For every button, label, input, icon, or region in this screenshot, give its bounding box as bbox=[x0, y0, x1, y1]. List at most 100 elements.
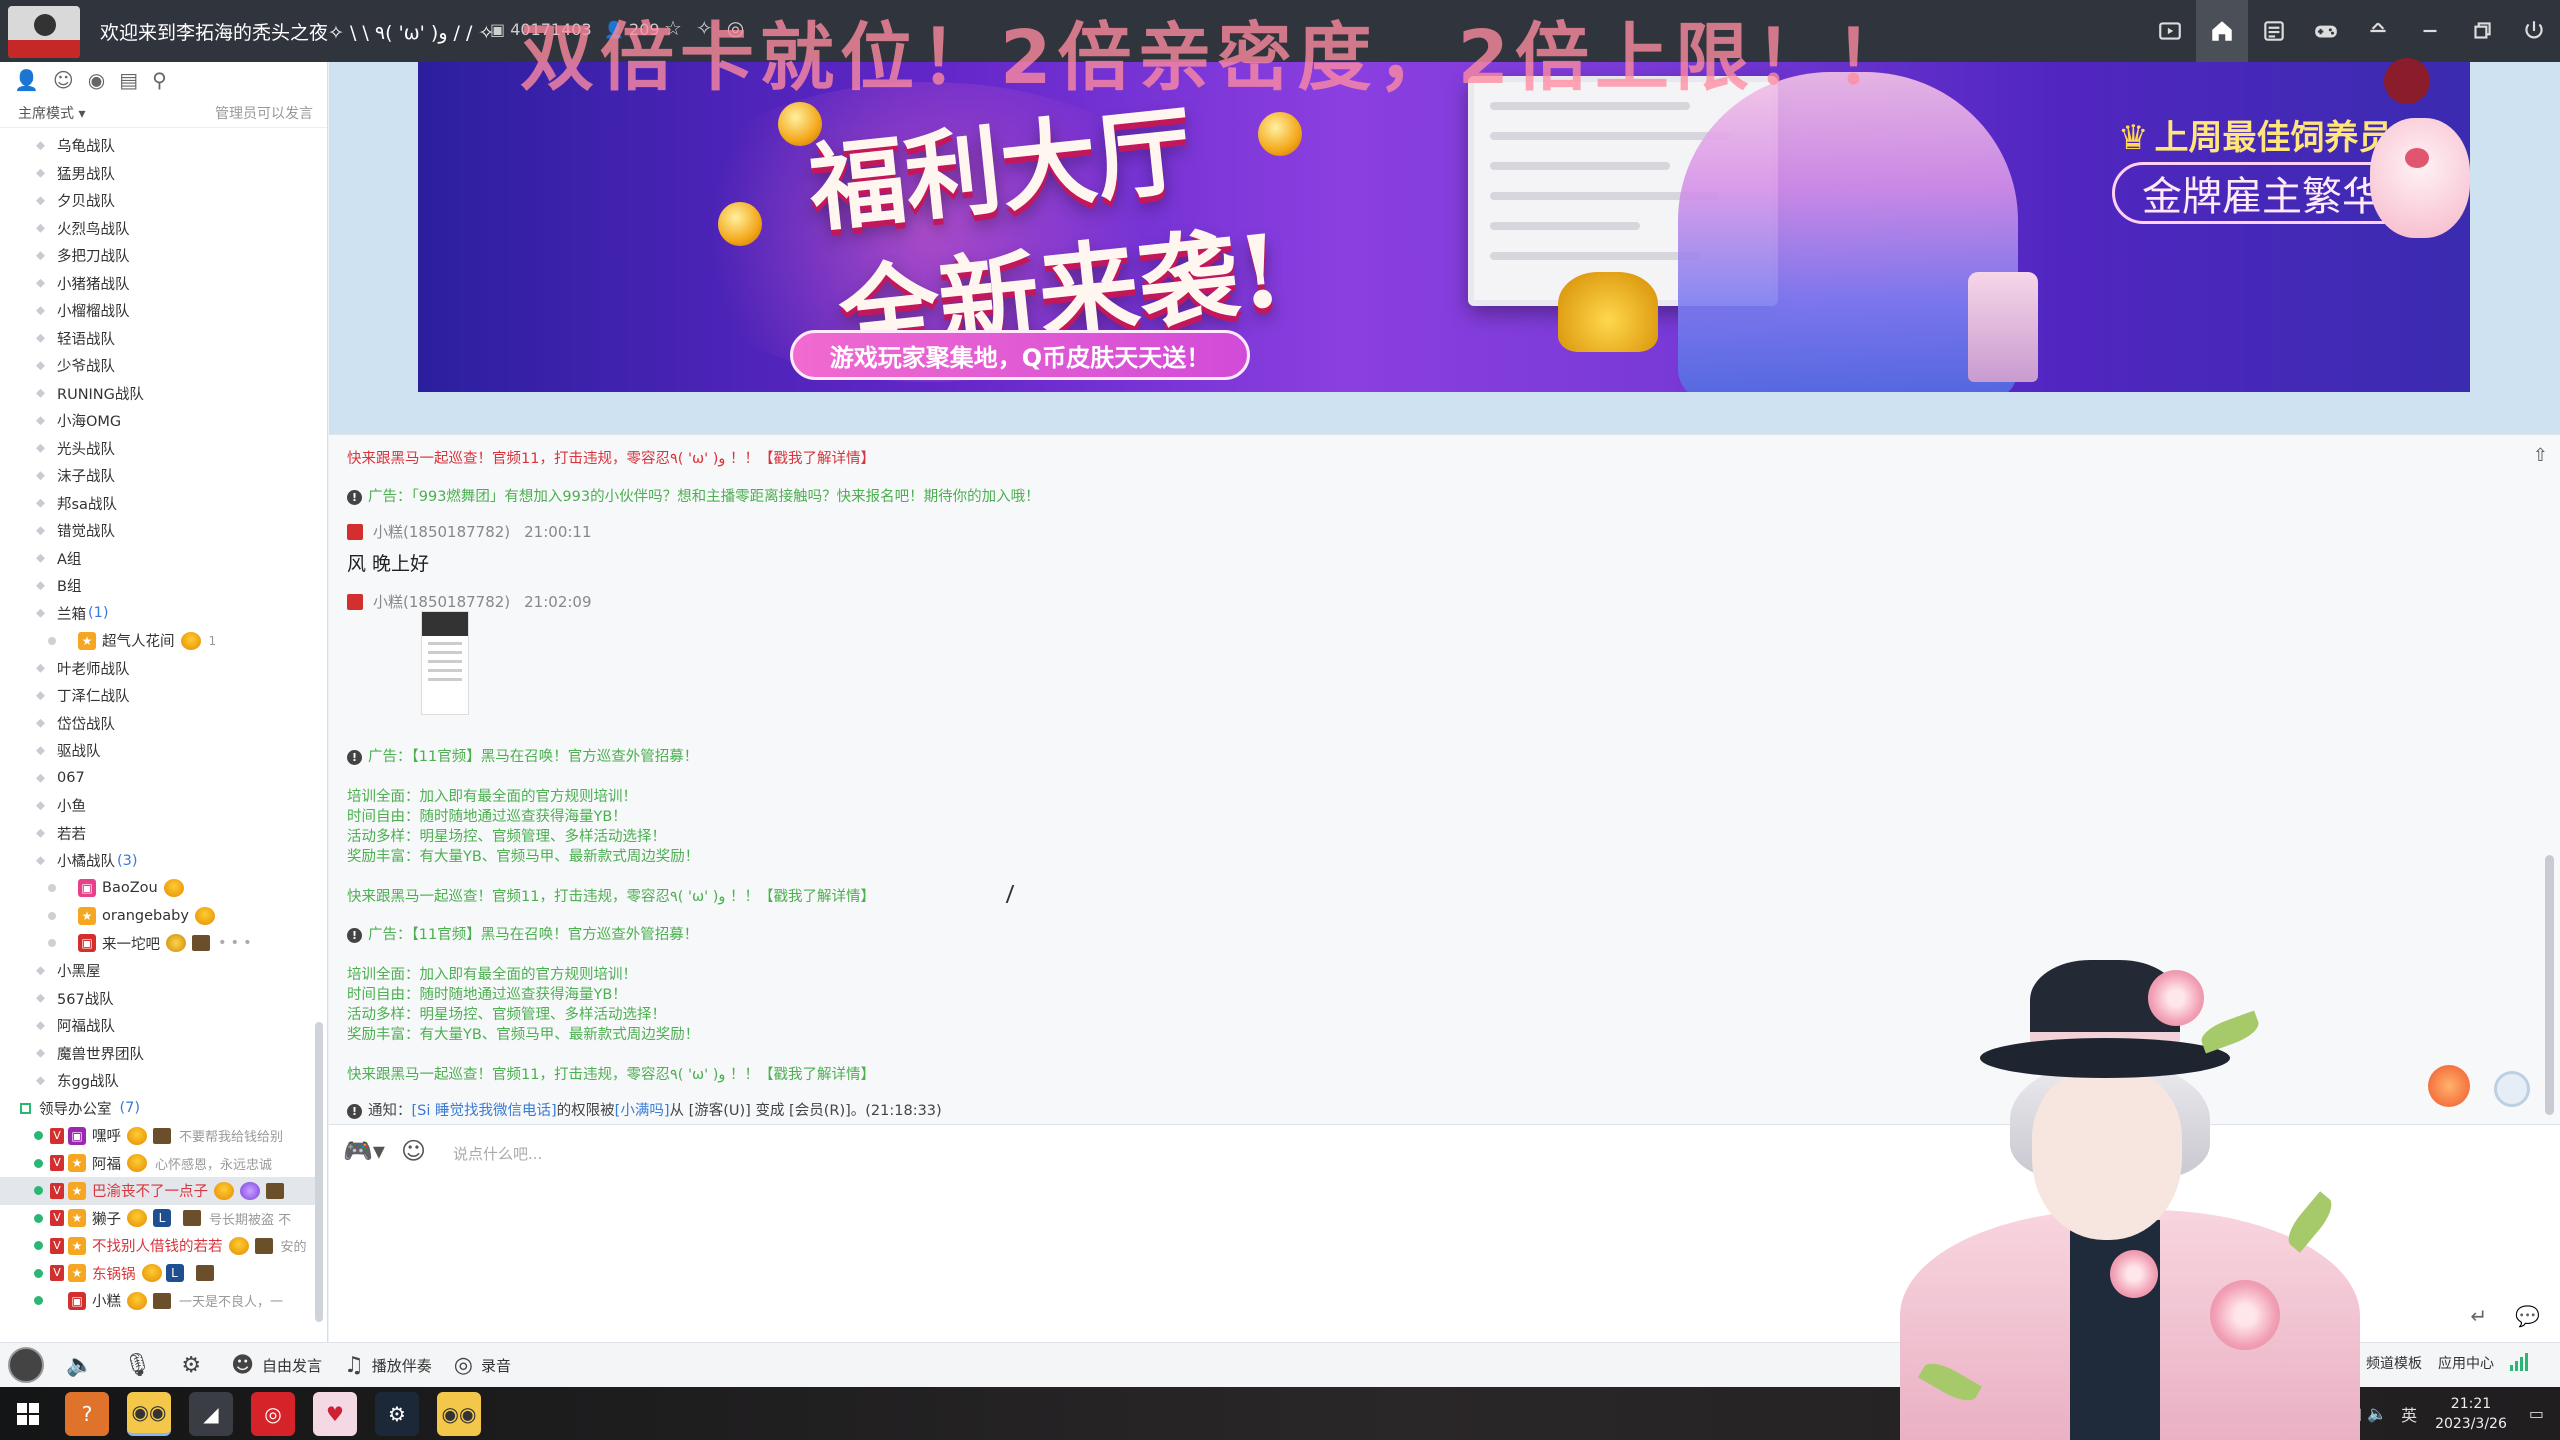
steam-icon[interactable]: ⚙ bbox=[375, 1391, 419, 1436]
home-icon[interactable] bbox=[2196, 0, 2248, 62]
game-emoji-icon[interactable]: 🎮▾ bbox=[343, 1137, 385, 1165]
note-icon[interactable]: ▤ bbox=[119, 70, 138, 90]
member-row[interactable]: ▣ BaoZou bbox=[0, 875, 327, 903]
photo-app-icon[interactable]: ♥ bbox=[313, 1391, 357, 1436]
chat-promo[interactable]: 快来跟黑马一起巡查！官频11，打击违规，零容忍٩( 'ω' )و ！！【戳我了解… bbox=[347, 1063, 875, 1084]
office-member[interactable]: V ▣ 嘿呼 不要帮我给钱给别 bbox=[0, 1122, 320, 1150]
clock[interactable]: 21:21 2023/3/26 bbox=[2435, 1394, 2507, 1434]
tree-item[interactable]: 轻语战队 bbox=[0, 325, 327, 353]
chat-sender[interactable]: 小糕(1850187782) 21:02:09 bbox=[347, 591, 592, 612]
tree-item[interactable]: 夕贝战队 bbox=[0, 187, 327, 215]
location-icon[interactable]: ◉ bbox=[88, 70, 105, 90]
tree-item[interactable]: 魔兽世界团队 bbox=[0, 1040, 327, 1068]
tree-item[interactable]: RUNING战队 bbox=[0, 380, 327, 408]
chat-sender[interactable]: 小糕(1850187782) 21:00:11 bbox=[347, 521, 592, 542]
tree-item[interactable]: 若若 bbox=[0, 820, 327, 848]
office-member[interactable]: V ★ 阿福 心怀感恩，永远忠诚 bbox=[0, 1150, 320, 1178]
welfare-banner[interactable]: 福利大厅 全新来袭! 游戏玩家聚集地，Q币皮肤天天送！ ♛ 上周最佳饲养员 金牌雇… bbox=[418, 62, 2470, 392]
yy-owl-icon[interactable]: ◉◉ bbox=[127, 1391, 171, 1436]
netease-music-icon[interactable]: ◎ bbox=[251, 1391, 295, 1436]
speaker-icon[interactable]: 🔈 bbox=[66, 1353, 101, 1378]
member-row[interactable]: ★ 超气人花间 1 bbox=[0, 627, 327, 655]
office-member[interactable]: V ★ 东锅锅 L bbox=[0, 1260, 320, 1288]
tree-item[interactable]: 多把刀战队 bbox=[0, 242, 327, 270]
tree-item[interactable]: 光头战队 bbox=[0, 435, 327, 463]
tree-item[interactable]: 火烈鸟战队 bbox=[0, 215, 327, 243]
tree-item[interactable]: 错觉战队 bbox=[0, 517, 327, 545]
windows-start-icon[interactable] bbox=[0, 1387, 56, 1440]
tree-item[interactable]: 驱战队 bbox=[0, 737, 327, 765]
free-talk-button[interactable]: ☻ 自由发言 bbox=[231, 1353, 322, 1378]
tree-item-orange[interactable]: 小橘战队 (3) bbox=[0, 847, 327, 875]
perfume-icon bbox=[1968, 272, 2038, 382]
tree-item[interactable]: 小海OMG bbox=[0, 407, 327, 435]
tree-item[interactable]: 岱岱战队 bbox=[0, 710, 327, 738]
mixer-icon[interactable]: ⚙ bbox=[181, 1353, 209, 1378]
office-member[interactable]: ▣ 小糕 一天是不良人，一 bbox=[0, 1287, 320, 1315]
office-member[interactable]: V ★ 獭子 L 号长期被盗 不 bbox=[0, 1205, 320, 1233]
chat-icon[interactable]: ☺ bbox=[53, 70, 74, 90]
notice-icon: ! bbox=[347, 928, 362, 943]
member-row[interactable]: ★ orangebaby bbox=[0, 902, 327, 930]
assistant-float-icon[interactable] bbox=[2494, 1071, 2530, 1107]
gamepad-icon[interactable] bbox=[2300, 0, 2352, 62]
gift-icon: ▣ bbox=[78, 934, 96, 953]
notice-user-link[interactable]: [Si 睡觉找我微信电话] bbox=[412, 1103, 557, 1119]
mode-dropdown[interactable]: 主席模式 ▾ bbox=[18, 103, 85, 123]
user-icon[interactable]: 👤 bbox=[14, 70, 39, 90]
channel-logo[interactable] bbox=[8, 6, 80, 58]
chat-scrollbar[interactable] bbox=[2545, 855, 2554, 1115]
tree-item[interactable]: 叶老师战队 bbox=[0, 655, 327, 683]
tree-item[interactable]: 阿福战队 bbox=[0, 1012, 327, 1040]
tree-item[interactable]: 小榴榴战队 bbox=[0, 297, 327, 325]
chat-input[interactable]: 说点什么吧... bbox=[453, 1143, 542, 1164]
notification-icon[interactable]: ▭ bbox=[2529, 1404, 2544, 1423]
banner-pill[interactable]: 游戏玩家聚集地，Q币皮肤天天送！ bbox=[790, 330, 1250, 380]
tree-item[interactable]: A组 bbox=[0, 545, 327, 573]
tree-item[interactable]: 丁泽仁战队 bbox=[0, 682, 327, 710]
my-avatar[interactable] bbox=[8, 1347, 44, 1383]
tree-item-office[interactable]: 领导办公室 (7) bbox=[0, 1095, 327, 1123]
chat-promo[interactable]: 快来跟黑马一起巡查！官频11，打击违规，零容忍٩( 'ω' )و ！！【戳我了解… bbox=[347, 885, 875, 906]
chat-ad: ! 广告：「993燃舞团」有想加入993的小伙伴吗？想和主播零距离接触吗？快来报名… bbox=[347, 485, 1040, 506]
notice-operator-link[interactable]: [小满吗] bbox=[615, 1103, 670, 1119]
more-icon[interactable]: ••• bbox=[218, 935, 256, 951]
member-row[interactable]: ▣ 来一坨吧 ••• bbox=[0, 930, 327, 958]
chat-ad-line: 活动多样：明星场控、官频管理、多样活动选择！ bbox=[347, 829, 666, 845]
sidebar-scrollbar[interactable] bbox=[315, 1022, 323, 1322]
tree-item[interactable]: 567战队 bbox=[0, 985, 327, 1013]
office-member[interactable]: V ★ 巴渝丧不了一点子 bbox=[0, 1177, 320, 1205]
scroll-top-icon[interactable]: ⇧ bbox=[2533, 445, 2548, 466]
tree-item[interactable]: 乌龟战队 bbox=[0, 132, 327, 160]
tree-item-lanyin[interactable]: 兰箱 (1) bbox=[0, 600, 327, 628]
app-center-button[interactable]: 应用中心 bbox=[2438, 1353, 2494, 1373]
tree-item[interactable]: 猛男战队 bbox=[0, 160, 327, 188]
send-icon[interactable]: ↵ bbox=[2470, 1304, 2487, 1328]
mic-icon[interactable]: 🎙 bbox=[123, 1353, 159, 1378]
member-role-icon: ★ bbox=[78, 906, 96, 925]
search-icon[interactable]: ⚲ bbox=[152, 70, 167, 90]
power-icon[interactable] bbox=[2508, 0, 2560, 62]
emoji-icon[interactable]: ☺ bbox=[401, 1137, 426, 1165]
chat-bubble-icon[interactable]: 💬 bbox=[2515, 1304, 2540, 1328]
chat-image-thumbnail[interactable] bbox=[421, 611, 469, 715]
tree-item[interactable]: 沫子战队 bbox=[0, 462, 327, 490]
tree-item[interactable]: 少爷战队 bbox=[0, 352, 327, 380]
record-button[interactable]: ◎ 录音 bbox=[454, 1353, 511, 1378]
app-help-icon[interactable]: ? bbox=[65, 1391, 109, 1436]
chat-ad-line: 时间自由：随时随地通过巡查获得海量YB！ bbox=[347, 987, 627, 1003]
tree-item[interactable]: 067 bbox=[0, 765, 327, 793]
tree-item[interactable]: 东gg战队 bbox=[0, 1067, 327, 1095]
office-member[interactable]: V ★ 不找别人借钱的若若 安的 bbox=[0, 1232, 320, 1260]
play-music-button[interactable]: ♫ 播放伴奏 bbox=[344, 1353, 432, 1378]
chat-promo[interactable]: 快来跟黑马一起巡查！官频11，打击违规，零容忍٩( 'ω' )و ！！【戳我了解… bbox=[347, 447, 875, 468]
live-video-icon[interactable] bbox=[2144, 0, 2196, 62]
tree-item[interactable]: 小鱼 bbox=[0, 792, 327, 820]
tree-item[interactable]: 小黑屋 bbox=[0, 957, 327, 985]
tree-item[interactable]: 小猪猪战队 bbox=[0, 270, 327, 298]
obs-icon[interactable]: ◢ bbox=[189, 1391, 233, 1436]
tree-item[interactable]: 邦sa战队 bbox=[0, 490, 327, 518]
yy-owl-icon-2[interactable]: ◉◉ bbox=[437, 1391, 481, 1436]
tree-item[interactable]: B组 bbox=[0, 572, 327, 600]
list-icon[interactable] bbox=[2248, 0, 2300, 62]
